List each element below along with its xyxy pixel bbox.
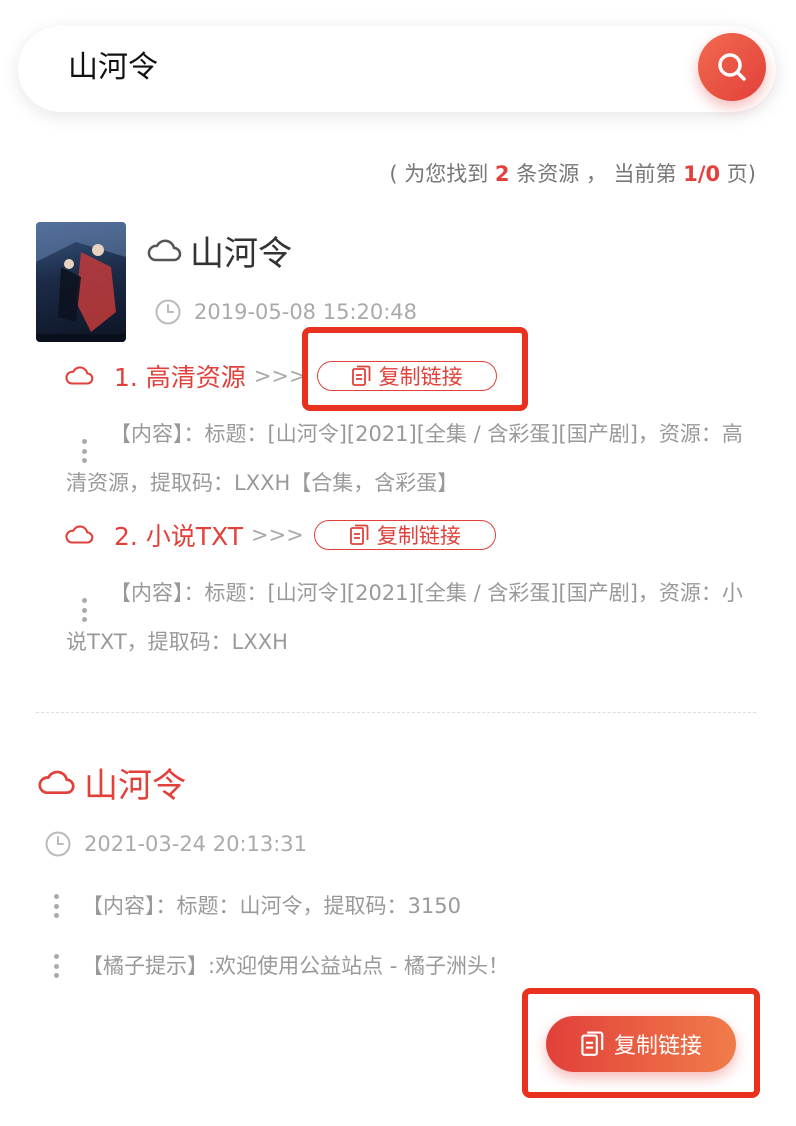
summary-middle: 条资源 ， 当前第 [509, 162, 684, 186]
link-content-text-2: 【内容】：标题：[山河令][2021][全集 / 含彩蛋][国产剧]，资源：小说… [66, 581, 743, 654]
result2-content: 【内容】：标题：山河令，提取码：3150 [54, 891, 461, 921]
more-dots-icon [54, 954, 60, 978]
result2-tip: 【橘子提示】:欢迎使用公益站点 - 橘子洲头！ [54, 951, 509, 981]
search-icon [718, 53, 746, 81]
page-indicator: 1/0 [683, 162, 721, 186]
copy-icon [349, 524, 369, 545]
result1-timestamp: 2019-05-08 15:20:48 [194, 300, 418, 324]
result-count: 2 [494, 162, 510, 186]
summary-prefix: ( 为您找到 [389, 162, 495, 186]
result1-time-row: 2019-05-08 15:20:48 [154, 298, 417, 326]
result2-title-row[interactable]: 山河令 [36, 758, 186, 807]
search-bar: 山河令 [18, 26, 776, 112]
link-content-2: 【内容】：标题：[山河令][2021][全集 / 含彩蛋][国产剧]，资源：小说… [66, 573, 756, 662]
result2-title[interactable]: 山河令 [84, 758, 186, 807]
copy-link-button-2[interactable]: 复制链接 [313, 520, 496, 550]
link-title-2[interactable]: 2. 小说TXT [114, 517, 243, 553]
search-button[interactable] [698, 33, 766, 101]
link-arrows-1: >>> [253, 364, 307, 388]
link-content-1: 【内容】：标题：[山河令][2021][全集 / 含彩蛋][国产剧]，资源：高清… [66, 414, 756, 503]
search-input[interactable]: 山河令 [68, 48, 158, 88]
result1-title[interactable]: 山河令 [190, 226, 292, 275]
result-divider [36, 712, 756, 713]
more-dots-icon [82, 439, 88, 463]
poster-art [36, 222, 126, 342]
copy-link-label: 复制链接 [376, 524, 461, 548]
clock-icon [155, 299, 181, 325]
cloud-icon [65, 525, 94, 544]
cloud-icon [65, 366, 94, 385]
result2-timestamp: 2021-03-24 20:13:31 [84, 832, 308, 856]
summary-suffix: 页) [720, 162, 756, 186]
link-arrows-2: >>> [251, 523, 304, 547]
highlight-box [522, 988, 760, 1098]
result1-title-row[interactable]: 山河令 [146, 226, 292, 275]
cloud-icon [147, 239, 182, 261]
link-item-2: 2. 小说TXT >>> 复制链接 [64, 517, 496, 553]
link-title-1[interactable]: 1. 高清资源 [114, 358, 246, 394]
result-cover-image[interactable] [36, 222, 126, 342]
result2-content-text: 【内容】：标题：山河令，提取码：3150 [82, 894, 461, 918]
cloud-icon [38, 770, 75, 794]
link-content-text-1: 【内容】：标题：[山河令][2021][全集 / 含彩蛋][国产剧]，资源：高清… [66, 422, 743, 495]
more-dots-icon [82, 598, 88, 622]
clock-icon [45, 831, 71, 857]
result2-tip-text: 【橘子提示】:欢迎使用公益站点 - 橘子洲头！ [82, 954, 510, 978]
more-dots-icon [54, 894, 60, 918]
result2-time-row: 2021-03-24 20:13:31 [44, 830, 307, 858]
result-summary: ( 为您找到 2 条资源 ， 当前第 1/0 页) [389, 158, 756, 188]
highlight-box [302, 327, 528, 411]
